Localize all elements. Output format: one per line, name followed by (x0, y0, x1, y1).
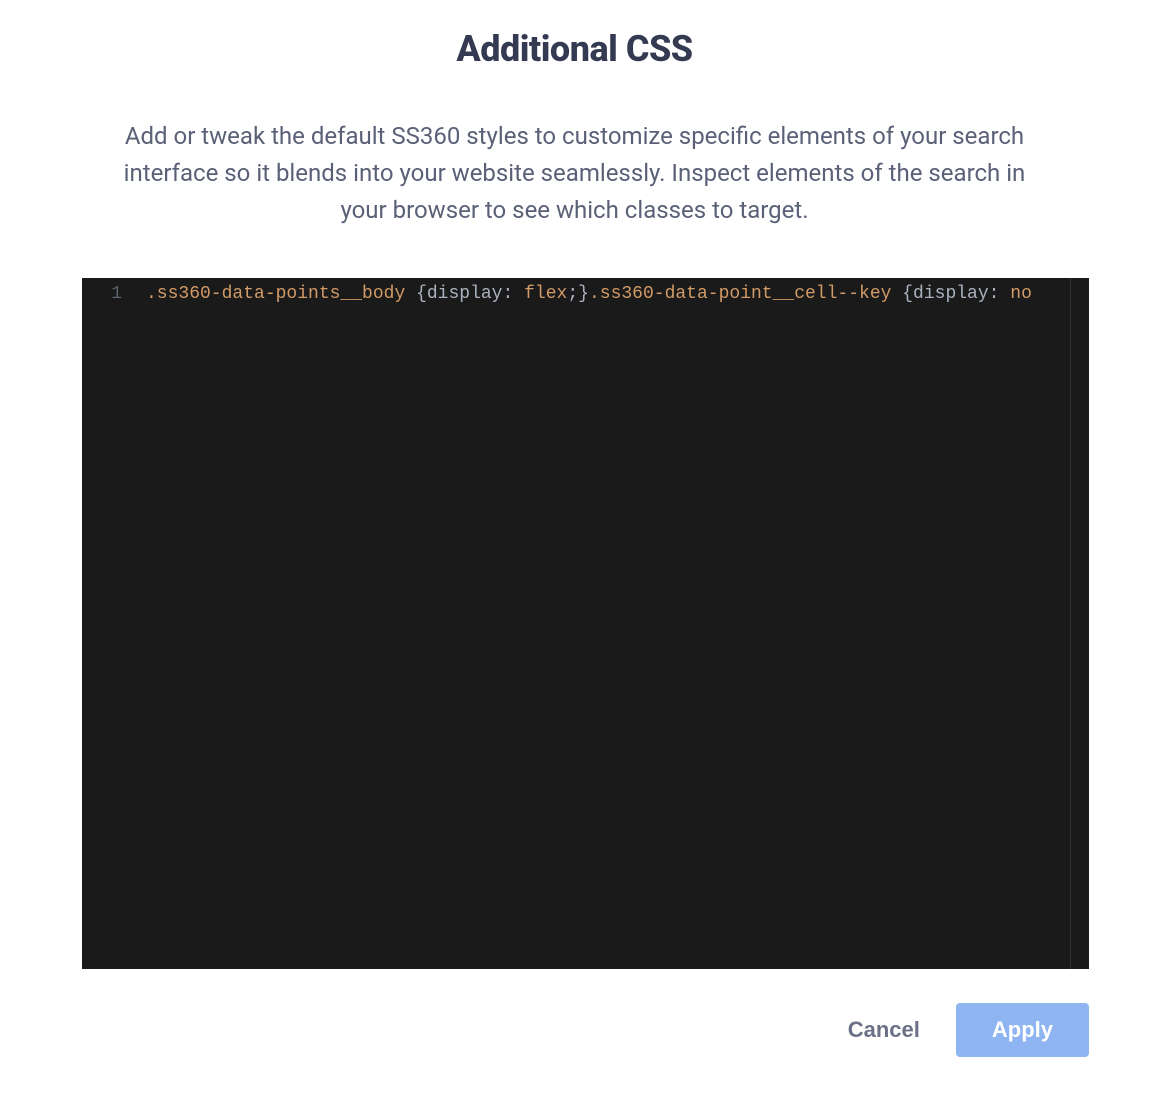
editor-line: 1 .ss360-data-points__body {display: fle… (82, 278, 1089, 304)
code-token (513, 284, 524, 304)
editor-ruler (1070, 278, 1071, 969)
additional-css-dialog: Additional CSS Add or tweak the default … (60, 20, 1089, 1057)
line-number: 1 (82, 284, 146, 304)
code-token: ; (567, 284, 578, 304)
code-token: } (578, 284, 589, 304)
code-token: display (427, 284, 503, 304)
code-token (891, 284, 902, 304)
code-token: no (1010, 284, 1032, 304)
code-token: .ss360-data-points__body (146, 284, 405, 304)
apply-button[interactable]: Apply (956, 1003, 1089, 1057)
code-token: flex (524, 284, 567, 304)
code-token (999, 284, 1010, 304)
code-token: : (989, 284, 1000, 304)
code-content[interactable]: .ss360-data-points__body {display: flex;… (146, 284, 1089, 304)
code-token: { (902, 284, 913, 304)
css-code-editor[interactable]: 1 .ss360-data-points__body {display: fle… (82, 278, 1089, 969)
dialog-description: Add or tweak the default SS360 styles to… (115, 118, 1035, 230)
dialog-footer: Cancel Apply (82, 969, 1089, 1057)
code-token: : (503, 284, 514, 304)
code-token (405, 284, 416, 304)
code-token: .ss360-data-point__cell--key (589, 284, 891, 304)
code-token: { (416, 284, 427, 304)
cancel-button[interactable]: Cancel (840, 1007, 928, 1053)
dialog-title: Additional CSS (60, 28, 1089, 70)
code-token: display (913, 284, 989, 304)
